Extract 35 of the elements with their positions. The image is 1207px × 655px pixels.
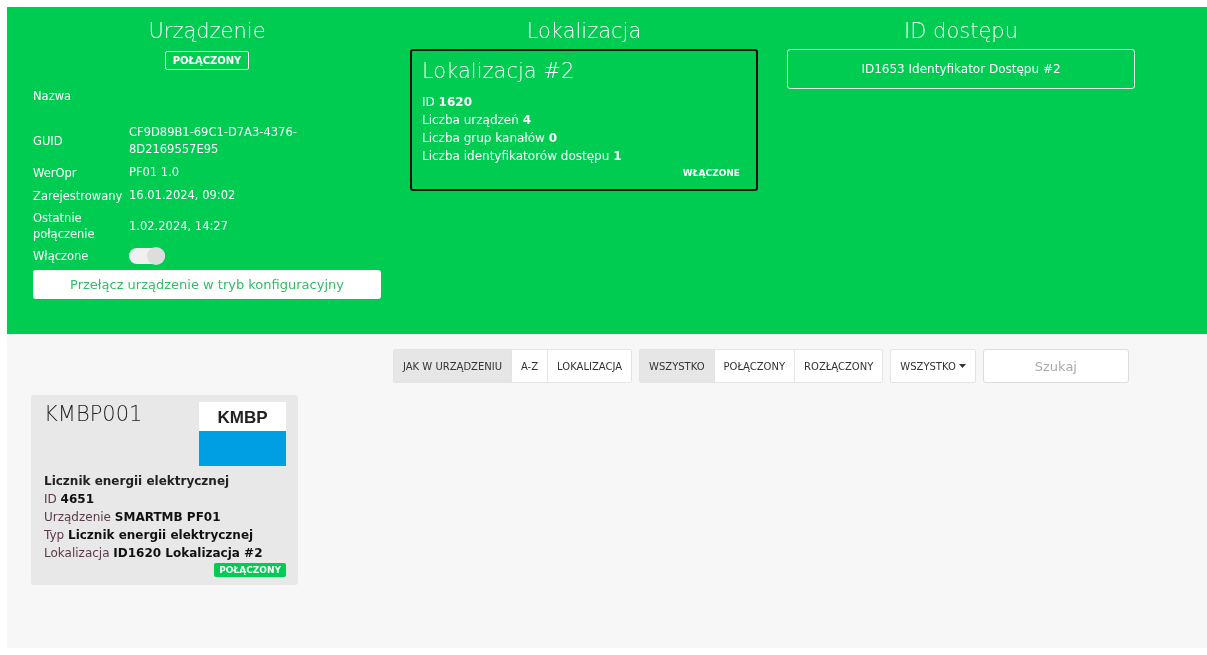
field-label: GUID <box>33 133 64 149</box>
toggle-switch[interactable] <box>129 248 165 264</box>
logo-icon: KMBP <box>199 402 286 466</box>
section-heading: Lokalizacja <box>525 19 643 43</box>
field-value: PF01 1.0 <box>129 164 181 181</box>
field-label: Zarejestrowany <box>33 187 124 204</box>
field-label: WerOpr <box>33 164 78 181</box>
channel-card[interactable]: KMBP001 KMBP Licznik energii elektrycznej ID 4651 Urządzenie SMARTMB PF01 Typ Licznik energii elektrycznej Lokalizacja ID1620 Lokalizacja #2 POŁĄCZONY <box>31 395 298 585</box>
field-label: Nazwa <box>33 88 73 104</box>
info-line: ID 4651 <box>44 491 95 508</box>
field-value: 1.02.2024, 14:27 <box>129 217 229 235</box>
info-line: Urządzenie SMARTMB PF01 <box>44 509 222 526</box>
filter-dropdown[interactable]: WSZYSTKO <box>890 349 976 383</box>
channel-caption: KMBP001 <box>44 402 143 428</box>
section-heading: ID dostępu <box>903 19 1019 43</box>
search-field[interactable]: Szukaj <box>982 349 1129 383</box>
location-title: Lokalizacja #2 <box>422 59 576 83</box>
channel-name: Licznik energii elektrycznej <box>44 473 231 490</box>
caret-icon <box>958 364 966 368</box>
field-label: Włączone <box>33 248 90 264</box>
info-line: ID 1620 <box>422 94 473 111</box>
info-line: Typ Licznik energii elektrycznej <box>44 527 255 544</box>
info-line: Lokalizacja ID1620 Lokalizacja #2 <box>44 545 264 562</box>
field-label: Ostatnie połączenie <box>33 210 96 242</box>
field-value: 16.01.2024, 09:02 <box>129 187 237 204</box>
status-label: WŁĄCZONE <box>682 168 740 178</box>
section-heading: Urządzenie <box>147 19 267 43</box>
status-badge: POŁĄCZONY <box>164 51 250 70</box>
sort-option[interactable]: JAK W URZĄDZENIU <box>394 350 512 382</box>
filter-option[interactable]: WSZYSTKO <box>640 350 715 382</box>
info-line: Liczba identyfikatorów dostępu 1 <box>422 148 623 165</box>
info-line: Liczba urządzeń 4 <box>422 112 532 129</box>
info-line: Liczba grup kanałów 0 <box>422 130 559 147</box>
field-value: CF9D89B1-69C1-D7A3-4376-8D2169557E95 <box>129 124 298 158</box>
status-badge: POŁĄCZONY <box>214 563 286 577</box>
